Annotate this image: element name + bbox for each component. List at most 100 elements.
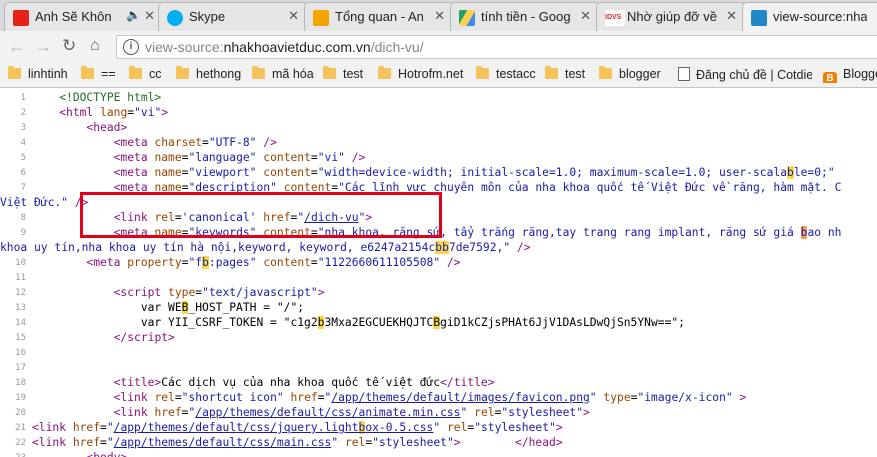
line-number: 7: [20, 183, 26, 193]
stylesheet-link[interactable]: /app/themes/default/css/animate.min.css: [195, 406, 460, 419]
bookmark-folder[interactable]: mã hóa: [252, 66, 314, 83]
tab-title: view-source:nha: [773, 9, 867, 24]
back-arrow-icon[interactable]: ←: [8, 36, 26, 57]
bookmark-folder[interactable]: linhtinh: [8, 66, 68, 83]
source-line: </script>: [113, 331, 175, 344]
line-number: 16: [15, 348, 26, 358]
source-line: <html lang="vi">: [59, 106, 169, 119]
reload-icon[interactable]: ↻: [62, 36, 76, 56]
source-line: <script type="text/javascript">: [113, 286, 325, 299]
highlight-box: [80, 192, 442, 238]
line-number: 18: [15, 378, 26, 388]
site-icon: [751, 10, 767, 26]
info-icon[interactable]: i: [123, 39, 139, 55]
bookmark-folder[interactable]: hethong: [176, 66, 242, 83]
line-number: 21: [15, 423, 26, 433]
attr-name: charset: [154, 136, 203, 149]
line-number: 3: [20, 123, 26, 133]
line-number: 17: [15, 363, 26, 373]
bookmark-page[interactable]: Đăng chủ đề | Cotdien: [678, 67, 812, 83]
source-line: <title>Các dịch vụ của nha khoa quốc tế …: [113, 376, 495, 389]
source-line-wrap: Việt Đức." />: [0, 196, 89, 209]
bookmark-blogger[interactable]: B Blogger: [823, 67, 877, 83]
value-text: khoa uy tín,nha khoa uy tín hà nội,keywo…: [0, 241, 436, 254]
close-icon[interactable]: ✕: [580, 8, 591, 24]
value-text: ao nh: [807, 226, 842, 239]
attr-value: "vi": [134, 106, 162, 119]
url-text[interactable]: view-source:nhakhoavietduc.com.vn/dich-v…: [145, 39, 424, 55]
bookmark-folder[interactable]: test: [323, 66, 363, 83]
tab-analytics[interactable]: Tổng quan - An ✕: [304, 2, 454, 31]
bookmark-folder[interactable]: test: [545, 66, 585, 83]
forward-arrow-icon[interactable]: →: [34, 36, 52, 57]
bookmark-folder[interactable]: blogger: [599, 66, 661, 83]
tag-name: /head: [521, 436, 556, 449]
tag-name: head: [93, 121, 121, 134]
tab-drive[interactable]: tính tiền - Goog ✕: [450, 2, 600, 31]
url-host: nhakhoavietduc.com.vn: [223, 39, 371, 55]
bookmark-folder[interactable]: Hotrofm.net: [378, 66, 464, 83]
source-line: <!DOCTYPE html>: [32, 91, 161, 104]
bookmark-label: Hotrofm.net: [398, 67, 464, 81]
tab-idvs[interactable]: IDVS Nhờ giúp đỡ về ✕: [596, 2, 746, 31]
bookmark-folder[interactable]: ==: [81, 66, 116, 83]
close-icon[interactable]: ✕: [726, 8, 737, 24]
line-number: 4: [20, 138, 26, 148]
address-bar[interactable]: i view-source:nhakhoavietduc.com.vn/dich…: [116, 35, 877, 59]
drive-icon: [459, 10, 475, 26]
line-number: 23: [0, 453, 26, 457]
attr-name: type: [168, 286, 196, 299]
page-icon: [678, 67, 690, 81]
source-line: var WEB_HOST_PATH = "/";: [32, 301, 304, 314]
folder-icon: [476, 66, 489, 79]
line-number: 9: [20, 228, 26, 238]
close-icon[interactable]: ✕: [288, 8, 299, 24]
attr-name: name: [154, 151, 182, 164]
favicon-link[interactable]: /app/themes/default/images/favicon.png: [331, 391, 589, 404]
attr-value: "stylesheet": [372, 436, 454, 449]
bookmark-label: Đăng chủ đề | Cotdien: [696, 68, 812, 82]
tab-title: tính tiền - Goog: [481, 9, 571, 24]
attr-name: content: [263, 166, 311, 179]
tab-view-source[interactable]: view-source:nha: [742, 2, 877, 31]
bookmark-label: blogger: [619, 67, 661, 81]
folder-icon: [378, 66, 391, 79]
speaker-icon[interactable]: 🔈: [126, 8, 141, 22]
bookmark-folder[interactable]: cc: [129, 66, 162, 83]
tab-youtube[interactable]: Anh Sẽ Khôn 🔈 ✕: [4, 2, 164, 31]
url-scheme: view-source:: [145, 39, 224, 55]
line-number: 2: [20, 108, 26, 118]
home-icon[interactable]: ⌂: [90, 37, 100, 55]
link-text: ox-0.5.css: [365, 421, 434, 434]
bookmark-label: Blogger: [843, 67, 877, 81]
attr-value: "viewport": [188, 166, 257, 179]
source-line: var YII_CSRF_TOKEN = "c1g2b3Mxa2EGCUEKHQ…: [32, 316, 685, 329]
bookmark-label: cc: [149, 67, 162, 81]
bookmark-folder[interactable]: testacc: [476, 66, 536, 83]
bookmark-label: linhtinh: [28, 67, 68, 81]
line-number: 13: [15, 303, 26, 313]
line-number: 15: [15, 333, 26, 343]
folder-icon: [323, 66, 336, 79]
script-text: var YII_CSRF_TOKEN = "c1g2: [140, 316, 318, 329]
line-number: 14: [15, 318, 26, 328]
attr-name: lang: [100, 106, 128, 119]
link-text: /app/themes/default/css/jquery.light: [113, 421, 359, 434]
analytics-icon: [313, 10, 329, 26]
attr-value: "vi": [317, 151, 345, 164]
source-line-wrap: khoa uy tín,nha khoa uy tín hà nội,keywo…: [0, 241, 531, 254]
folder-icon: [129, 66, 142, 79]
stylesheet-link[interactable]: /app/themes/default/css/main.css: [114, 436, 332, 449]
close-icon[interactable]: ✕: [144, 8, 155, 24]
tab-skype[interactable]: Skype ✕: [158, 2, 308, 31]
folder-icon: [8, 66, 21, 79]
source-line: <link href="/app/themes/default/css/main…: [32, 436, 563, 449]
stylesheet-link[interactable]: /app/themes/default/css/jquery.lightbox-…: [113, 421, 434, 434]
bookmark-label: mã hóa: [272, 67, 314, 81]
folder-icon: [81, 66, 94, 79]
bookmark-label: hethong: [196, 67, 242, 81]
source-line: <link href="/app/themes/default/css/jque…: [32, 421, 563, 434]
close-icon[interactable]: ✕: [434, 8, 445, 24]
url-path: /dich-vu/: [370, 39, 424, 55]
skype-icon: [167, 10, 183, 26]
